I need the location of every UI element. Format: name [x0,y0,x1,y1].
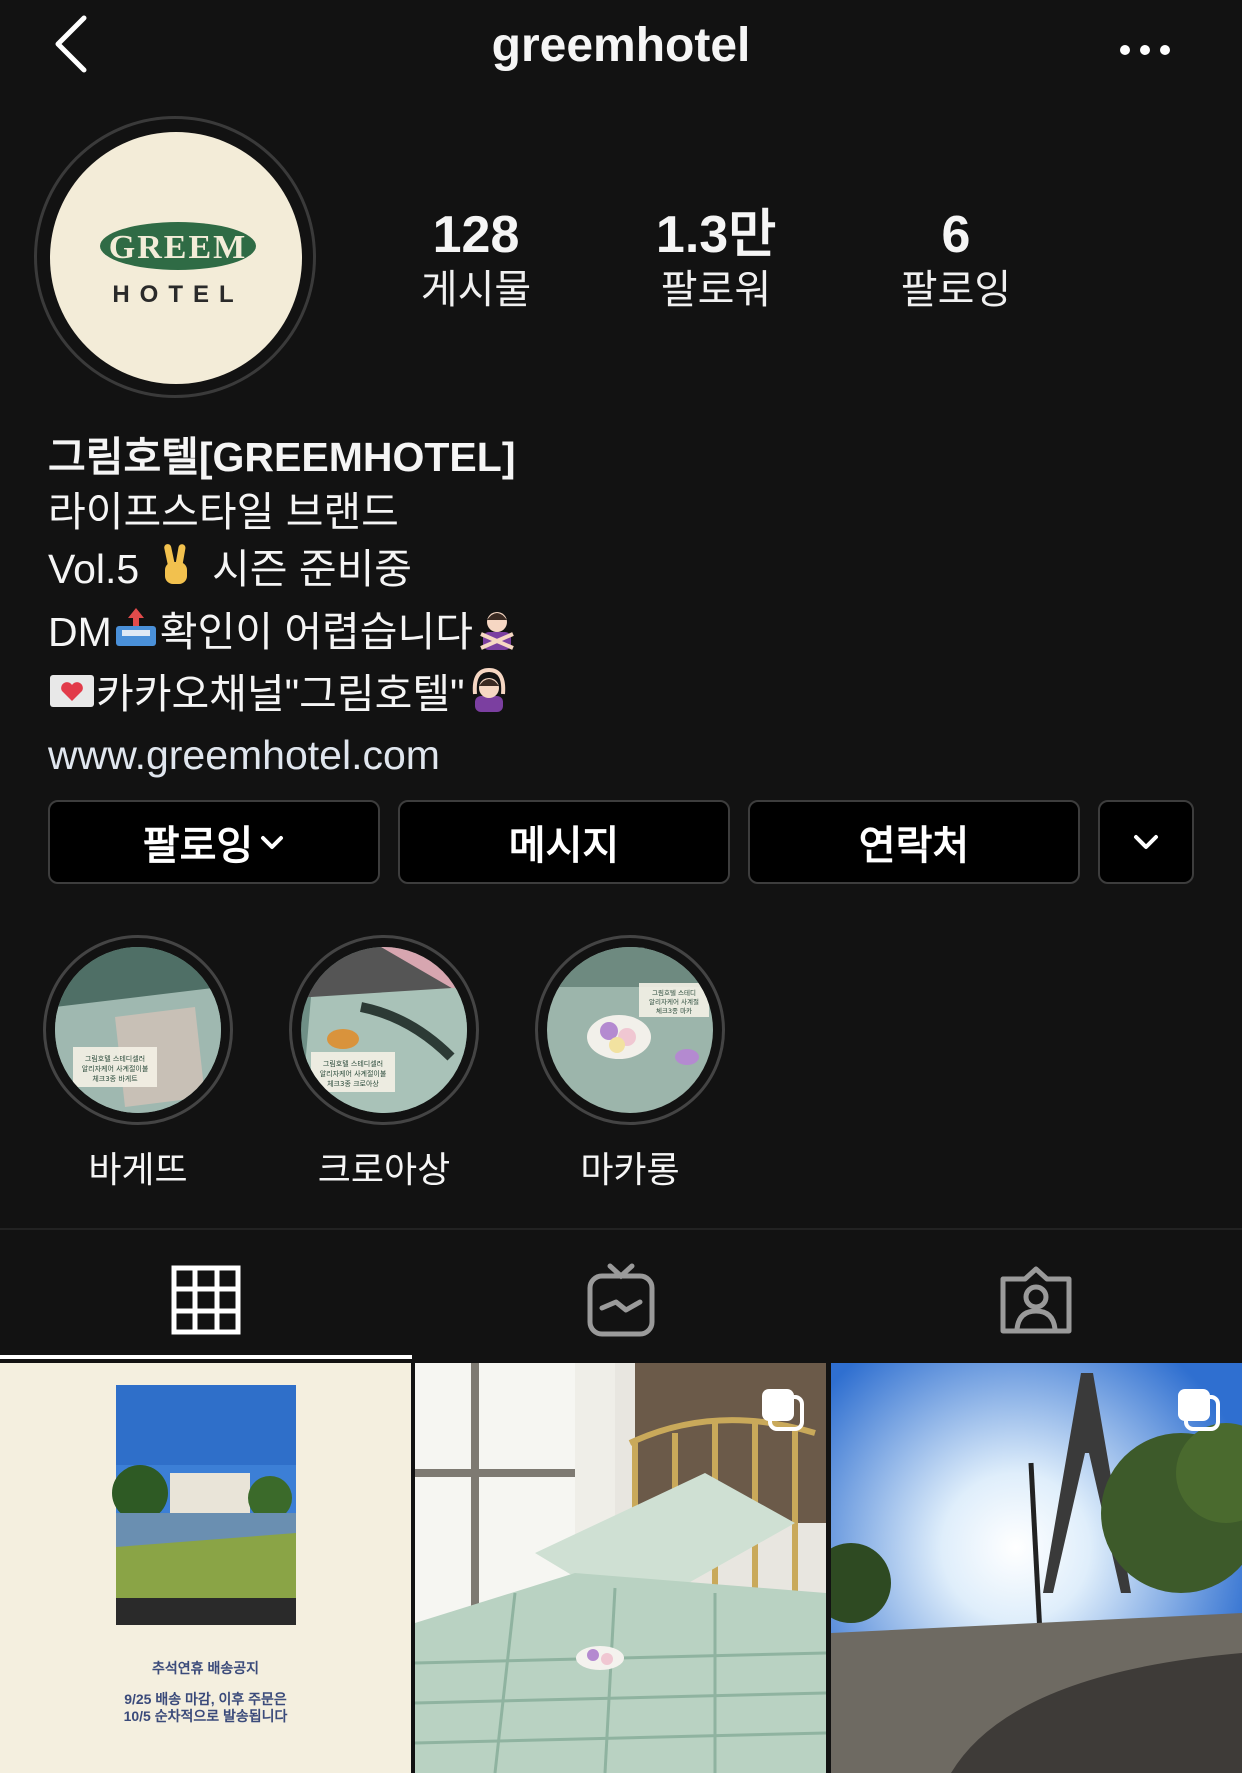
bio-website-link[interactable]: www.greemhotel.com [48,728,948,783]
bio-line-3: DM 확인이 어렵습니다 [48,604,948,666]
svg-text:알리자케어 사계절이불: 알리자케어 사계절이불 [320,1069,387,1078]
contact-button[interactable]: 연락처 [748,800,1080,884]
stat-posts-count: 128 [432,206,520,264]
victory-hand-icon [151,540,201,604]
stat-following[interactable]: 6 팔로잉 [856,205,1056,315]
stat-followers-label: 팔로워 [660,268,772,312]
highlight-baguette[interactable]: 그림호텔 스테디셀러 알리자케어 사계절이불 체크3종 바게트 바게뜨 [40,935,236,1193]
post-notice-body: 9/25 배송 마감, 이후 주문은 10/5 순차적으로 발송됩니다 [0,1691,411,1725]
svg-text:알리자케어 사계절이불: 알리자케어 사계절이불 [82,1064,149,1073]
chevron-down-icon [261,836,284,849]
bio-line-2-text-b: 시즌 준비중 [212,545,413,592]
highlight-macaron[interactable]: 그림호텔 스테디 알리자케어 사계절 체크3종 마카 마카롱 [532,935,728,1193]
highlight-ring: 그림호텔 스테디셀러 알리자케어 사계절이불 체크3종 바게트 [43,935,233,1125]
svg-text:체크3종 바게트: 체크3종 바게트 [92,1074,138,1083]
greemhotel-logo: GREEM HOTEL [100,222,256,308]
highlight-ring: 그림호텔 스테디 알리자케어 사계절 체크3종 마카 [535,935,725,1125]
highlight-croissant[interactable]: 그림호텔 스테디셀러 알리자케어 사계절이불 체크3종 크로아상 크로아상 [286,935,482,1193]
tab-tagged[interactable] [830,1240,1242,1360]
chevron-down-icon [1134,835,1158,849]
igtv-icon [587,1263,655,1337]
stat-followers[interactable]: 1.3만 팔로워 [616,205,816,315]
person-gesturing-no-icon [473,604,521,666]
svg-text:그림호텔 스테디셀러: 그림호텔 스테디셀러 [323,1059,383,1068]
more-options-button[interactable] [1115,30,1175,70]
message-button[interactable]: 메시지 [398,800,730,884]
contact-button-label: 연락처 [858,824,970,868]
highlight-label: 크로아상 [317,1149,451,1190]
post-thumbnail[interactable] [831,1363,1242,1773]
highlight-cover-image: 그림호텔 스테디 알리자케어 사계절 체크3종 마카 [547,947,713,1113]
highlight-label: 마카롱 [580,1149,680,1190]
highlight-ring: 그림호텔 스테디셀러 알리자케어 사계절이불 체크3종 크로아상 [289,935,479,1125]
suggested-accounts-button[interactable] [1098,800,1194,884]
bio-line-2-text-a: Vol.5 [48,545,140,592]
logo-bottom-text: HOTEL [112,281,243,308]
svg-text:체크3종 마카: 체크3종 마카 [656,1006,692,1015]
grid-icon [171,1265,241,1335]
message-button-label: 메시지 [508,824,620,868]
svg-text:체크3종 크로아상: 체크3종 크로아상 [327,1079,379,1088]
post-notice-line-1: 9/25 배송 마감, 이후 주문은 [124,1691,287,1707]
bio-line-4: 카카오채널"그림호텔" [48,666,948,728]
inbox-tray-icon [112,604,160,666]
multiple-photos-icon [762,1389,804,1431]
highlight-cover-image: 그림호텔 스테디셀러 알리자케어 사계절이불 체크3종 바게트 [55,947,221,1113]
multiple-photos-icon [1178,1389,1220,1431]
profile-avatar[interactable]: GREEM HOTEL [50,132,302,384]
svg-text:알리자케어 사계절: 알리자케어 사계절 [649,997,699,1006]
highlight-cover-image: 그림호텔 스테디셀러 알리자케어 사계절이불 체크3종 크로아상 [301,947,467,1113]
stat-posts[interactable]: 128 게시물 [376,205,576,315]
post-notice-line-2: 10/5 순차적으로 발송됩니다 [123,1708,288,1724]
profile-username: greemhotel [491,19,751,72]
tagged-user-icon [1000,1266,1072,1334]
logo-top-text: GREEM [109,229,247,266]
tab-grid[interactable] [0,1240,412,1360]
following-button[interactable]: 팔로잉 [48,800,380,884]
following-button-label: 팔로잉 [142,824,254,868]
svg-text:그림호텔 스테디셀러: 그림호텔 스테디셀러 [85,1054,145,1063]
bio-line-1: 라이프스타일 브랜드 [48,489,399,535]
active-tab-indicator [0,1355,412,1359]
highlight-label: 바게뜨 [88,1149,188,1190]
bio-name: 그림호텔[GREEMHOTEL] [48,434,516,480]
svg-text:그림호텔 스테디: 그림호텔 스테디 [652,988,696,997]
post-notice-title: 추석연휴 배송공지 [152,1660,259,1676]
bio-line-4-text: 카카오채널"그림호텔" [96,670,465,717]
post-thumbnail[interactable] [415,1363,826,1773]
bio-line-2: Vol.5 시즌 준비중 [48,540,948,604]
stat-followers-count: 1.3만 [655,206,777,264]
top-bar: greemhotel [0,0,1242,100]
more-horizontal-icon [1120,45,1170,55]
bio-line-3-text-b: 확인이 어렵습니다 [159,608,473,655]
person-gesturing-ok-icon [465,666,513,728]
post-thumbnail[interactable]: 추석연휴 배송공지 9/25 배송 마감, 이후 주문은 10/5 순차적으로 … [0,1363,411,1773]
profile-bio: 그림호텔[GREEMHOTEL] 라이프스타일 브랜드 Vol.5 시즌 준비중… [48,430,948,783]
stat-following-label: 팔로잉 [900,268,1012,312]
bio-line-3-text-a: DM [48,608,112,655]
love-letter-icon [48,670,96,725]
stat-following-count: 6 [941,206,971,264]
tab-igtv[interactable] [415,1240,827,1360]
stat-posts-label: 게시물 [420,268,532,312]
